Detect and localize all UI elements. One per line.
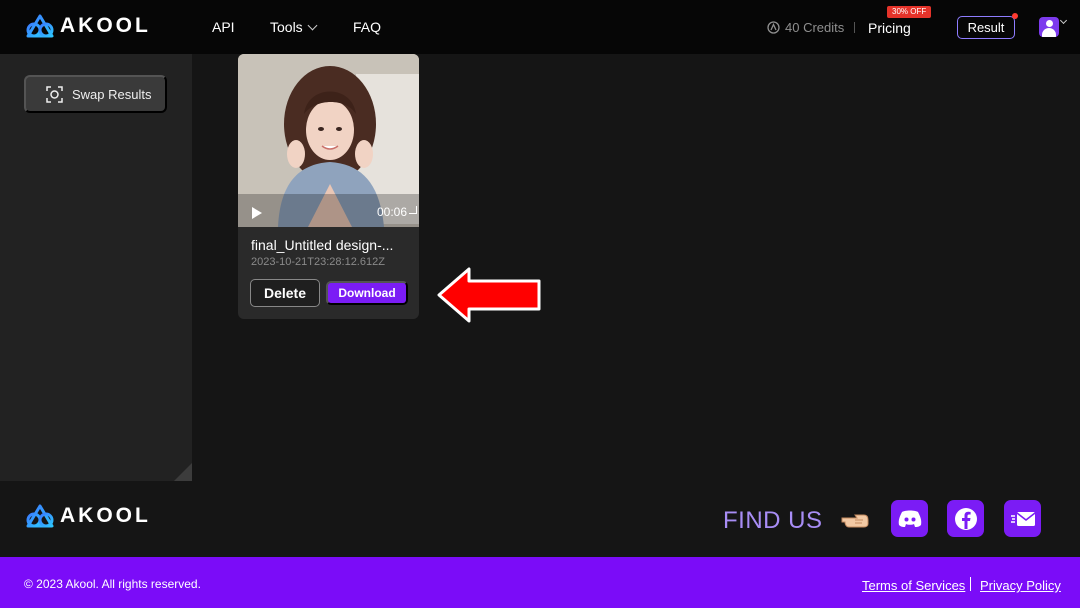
face-scan-icon bbox=[46, 85, 63, 103]
credits-indicator: 40 Credits bbox=[767, 20, 844, 35]
header-divider bbox=[854, 22, 855, 33]
discount-badge: 30% OFF bbox=[887, 6, 932, 18]
pointing-hand-icon bbox=[841, 514, 869, 528]
nav-tools[interactable]: Tools bbox=[270, 19, 318, 35]
swap-results-label: Swap Results bbox=[72, 86, 152, 102]
red-arrow-annotation bbox=[437, 267, 541, 323]
notification-dot bbox=[1012, 13, 1018, 19]
avatar-chevron-down-icon[interactable] bbox=[1059, 16, 1068, 25]
facebook-link[interactable] bbox=[947, 500, 984, 537]
privacy-link[interactable]: Privacy Policy bbox=[980, 578, 1061, 593]
result-timestamp: 2023-10-21T23:28:12.612Z bbox=[251, 256, 385, 268]
copyright-text: © 2023 Akool. All rights reserved. bbox=[24, 577, 201, 591]
delete-button[interactable]: Delete bbox=[250, 279, 320, 307]
akool-logo[interactable]: AKOOL bbox=[24, 13, 151, 39]
avatar-head bbox=[1046, 20, 1053, 27]
email-link[interactable] bbox=[1004, 500, 1041, 537]
footer-akool-logo-icon bbox=[26, 504, 54, 528]
footer-bar: © 2023 Akool. All rights reserved. Terms… bbox=[0, 557, 1080, 608]
video-preview-image bbox=[238, 54, 419, 227]
facebook-icon bbox=[954, 507, 977, 530]
credits-label: 40 Credits bbox=[785, 20, 845, 35]
nav-faq-label: FAQ bbox=[353, 19, 382, 35]
result-filename: final_Untitled design-... bbox=[251, 237, 394, 253]
result-card: 00:06 final_Untitled design-... 2023-10-… bbox=[238, 54, 419, 319]
footer-akool-logo[interactable]: AKOOL bbox=[24, 503, 151, 529]
footer: AKOOL FIND US bbox=[0, 481, 1080, 557]
akool-logo-icon bbox=[26, 14, 54, 38]
terms-link[interactable]: Terms of Services bbox=[862, 578, 965, 593]
chevron-down-icon bbox=[307, 20, 318, 30]
download-button[interactable]: Download bbox=[326, 281, 408, 305]
discord-link[interactable] bbox=[891, 500, 928, 537]
swap-results-button[interactable]: Swap Results bbox=[24, 75, 167, 113]
top-header: AKOOL API Tools FAQ 40 Credits Pricing 3… bbox=[0, 0, 1080, 54]
footer-brand-name: AKOOL bbox=[60, 504, 151, 527]
nav-faq[interactable]: FAQ bbox=[353, 19, 381, 35]
mail-icon bbox=[1010, 511, 1035, 526]
discord-icon bbox=[898, 510, 921, 527]
credit-coin-icon bbox=[767, 21, 780, 34]
footer-link-divider bbox=[970, 577, 971, 591]
nav-tools-label: Tools bbox=[270, 19, 303, 35]
sidebar: RESULTS Swap Results bbox=[0, 28, 192, 481]
resize-handle[interactable] bbox=[174, 463, 192, 481]
nav-api[interactable]: API bbox=[212, 19, 235, 35]
brand-name: AKOOL bbox=[60, 14, 151, 37]
play-icon[interactable] bbox=[252, 207, 262, 219]
video-duration: 00:06 bbox=[376, 205, 407, 219]
user-avatar[interactable] bbox=[1039, 17, 1059, 37]
find-us-heading: FIND US bbox=[723, 507, 823, 534]
nav-api-label: API bbox=[212, 19, 235, 35]
pricing-link[interactable]: Pricing bbox=[868, 20, 911, 36]
video-thumbnail[interactable]: 00:06 bbox=[238, 54, 419, 227]
fullscreen-icon[interactable] bbox=[409, 206, 417, 214]
result-button[interactable]: Result bbox=[957, 16, 1015, 39]
avatar-body bbox=[1042, 28, 1056, 37]
